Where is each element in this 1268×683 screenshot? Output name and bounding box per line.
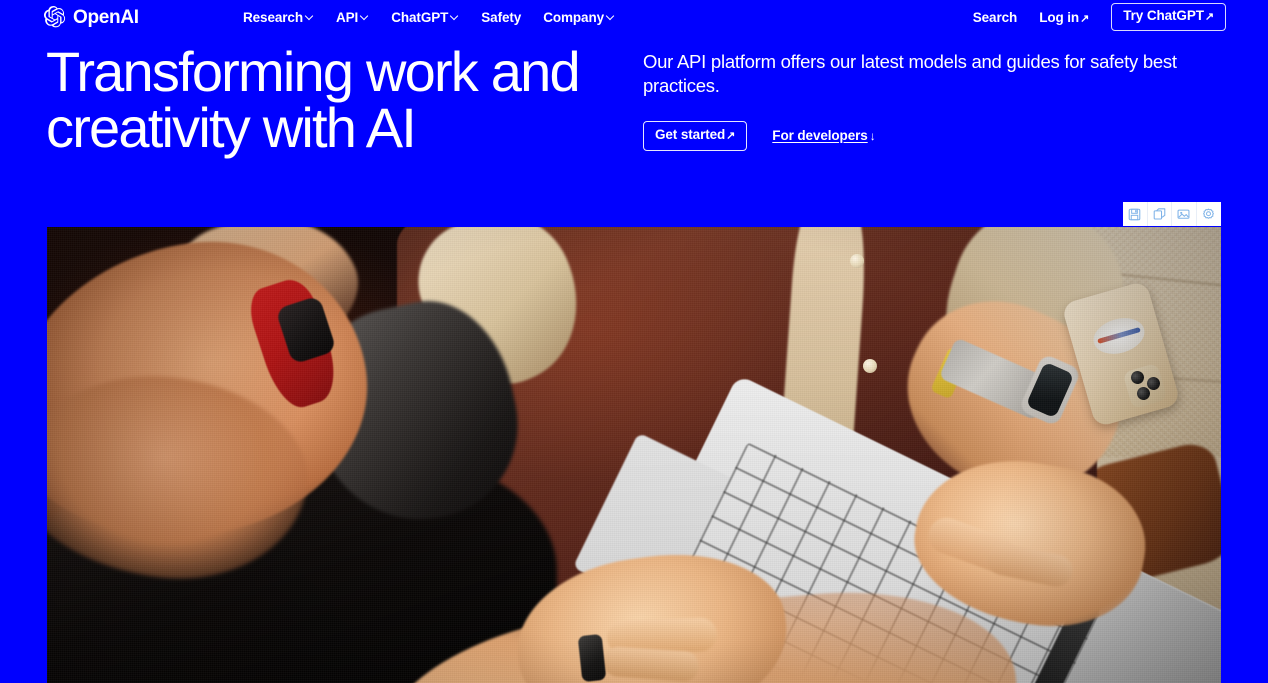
search-button[interactable]: Search	[973, 10, 1018, 25]
nav-item-research[interactable]: Research	[243, 10, 314, 25]
arrow-up-right-icon: ↗	[1204, 11, 1214, 24]
arrow-down-icon: ↓	[869, 129, 876, 144]
for-developers-link[interactable]: For developers ↓	[772, 128, 875, 143]
utility-nav: Search Log in↗ Try ChatGPT↗	[973, 3, 1226, 31]
brand-logo[interactable]: OpenAI	[44, 6, 139, 28]
primary-nav: Research API ChatGPT Safety Company	[243, 10, 615, 25]
copy-icon	[1153, 207, 1166, 221]
headline-line-1: Transforming work and	[46, 40, 581, 103]
shirt-button	[863, 359, 877, 373]
settings-gear-icon	[1202, 208, 1215, 221]
image-icon	[1177, 208, 1190, 221]
hero-subhead: Our API platform offers our latest model…	[643, 51, 1177, 97]
page-title: Transforming work and creativity with AI	[46, 44, 626, 156]
shirt-button	[850, 254, 864, 268]
get-started-button[interactable]: Get started↗	[643, 120, 748, 151]
chevron-down-icon	[607, 12, 615, 20]
get-started-label: Get started	[655, 126, 726, 142]
arrow-up-right-icon: ↗	[1080, 12, 1090, 25]
nav-item-research-label: Research	[243, 9, 303, 25]
hero-image-content	[47, 227, 1221, 683]
settings-button[interactable]	[1197, 202, 1222, 226]
try-chatgpt-label: Try ChatGPT	[1123, 8, 1204, 24]
nav-item-company-label: Company	[543, 9, 605, 25]
save-icon	[1128, 208, 1141, 221]
black-ring	[577, 633, 607, 683]
page-root: OpenAI Research API ChatGPT Safety Compa…	[0, 0, 1268, 683]
hero-cta-row: Get started↗ For developers ↓	[643, 120, 1218, 151]
try-chatgpt-button[interactable]: Try ChatGPT↗	[1111, 3, 1226, 31]
nav-item-api[interactable]: API	[336, 10, 369, 25]
nav-item-company[interactable]: Company	[543, 10, 615, 25]
hero-description-block: Our API platform offers our latest model…	[643, 50, 1218, 151]
nav-item-api-label: API	[336, 9, 359, 25]
arrow-up-right-icon: ↗	[726, 129, 736, 142]
chevron-down-icon	[451, 12, 459, 20]
site-header: OpenAI Research API ChatGPT Safety Compa…	[0, 0, 1268, 34]
chevron-down-icon	[306, 12, 314, 20]
brand-name: OpenAI	[73, 6, 139, 28]
nav-item-safety-label: Safety	[481, 9, 522, 25]
image-button[interactable]	[1172, 202, 1197, 226]
headline-line-2: creativity with AI	[46, 96, 417, 159]
login-label: Log in	[1039, 9, 1080, 25]
login-link[interactable]: Log in↗	[1039, 10, 1089, 25]
nav-item-safety[interactable]: Safety	[481, 10, 521, 25]
copy-button[interactable]	[1148, 202, 1172, 226]
media-toolbar	[1123, 202, 1221, 226]
chevron-down-icon	[361, 12, 369, 20]
nav-item-chatgpt[interactable]: ChatGPT	[391, 10, 459, 25]
for-developers-label: For developers	[772, 128, 868, 144]
openai-logo-icon	[44, 6, 66, 28]
nav-item-chatgpt-label: ChatGPT	[391, 9, 449, 25]
hero-image[interactable]	[47, 227, 1221, 683]
hero-headline-block: Transforming work and creativity with AI	[46, 44, 626, 156]
save-button[interactable]	[1123, 202, 1148, 226]
